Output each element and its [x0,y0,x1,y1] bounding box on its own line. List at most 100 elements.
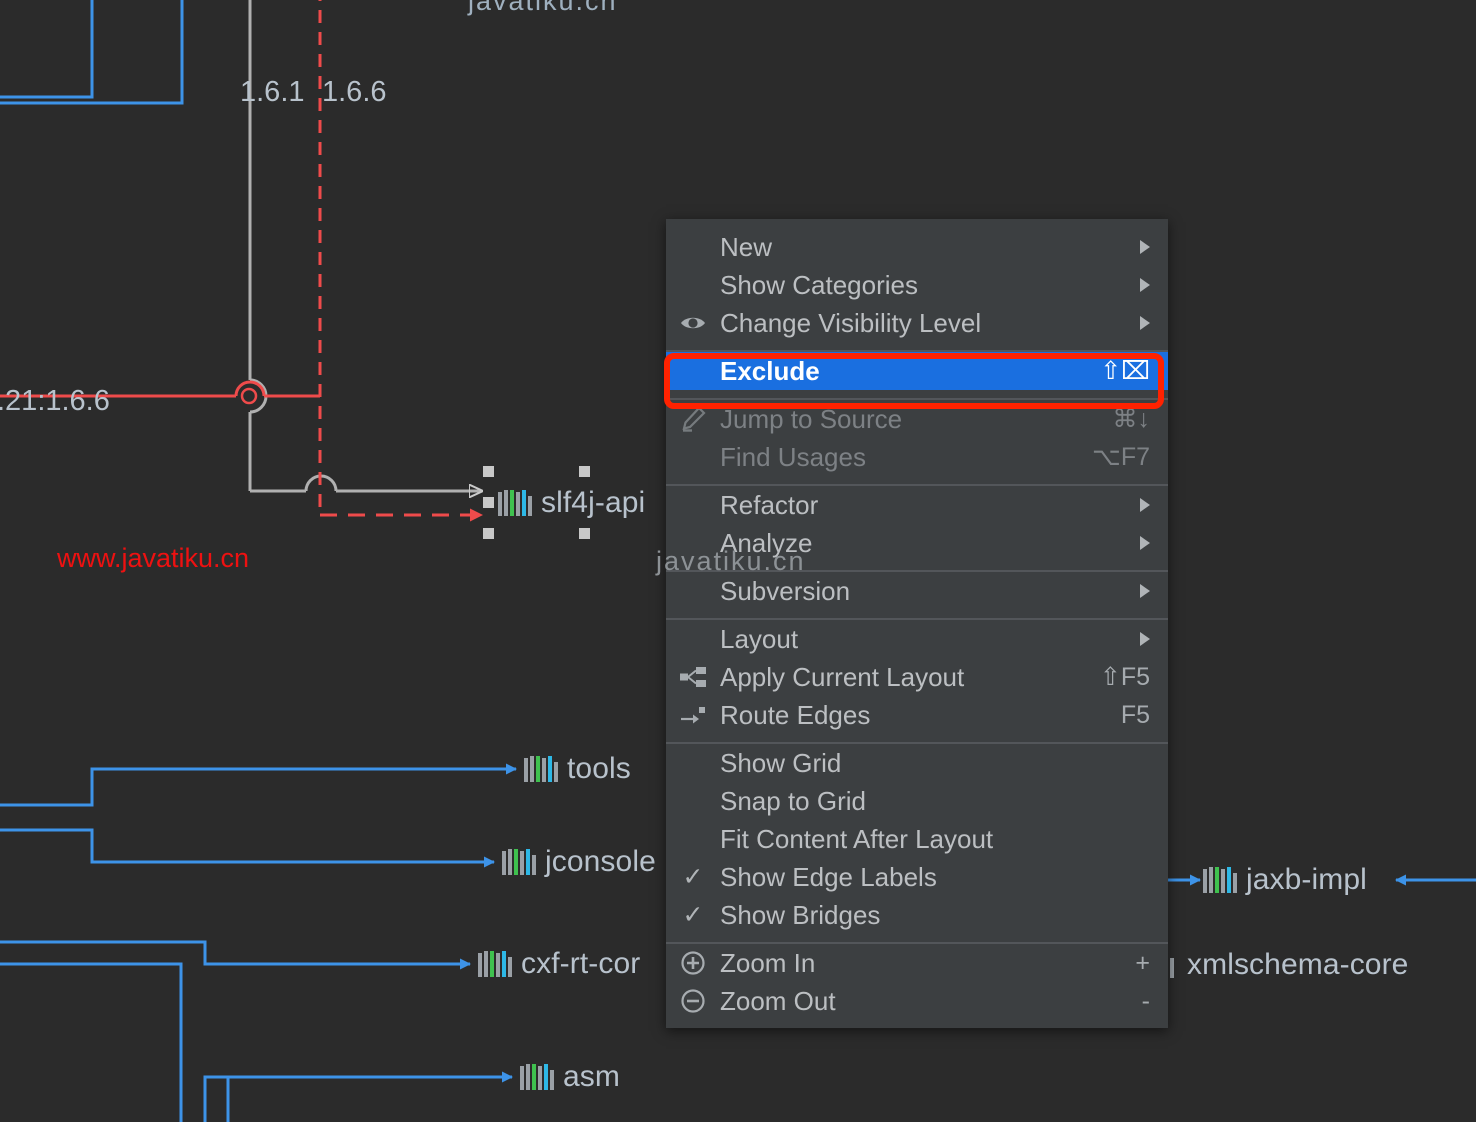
context-menu[interactable]: New Show Categories Change Visibility Leve… [666,219,1168,1028]
selection-handle-bottom-right[interactable] [579,528,590,539]
menu-item-label: Zoom Out [720,985,836,1016]
graph-node-label: xmlschema-core [1187,948,1409,981]
graph-node-slf4j-api[interactable]: slf4j-api [498,486,645,520]
menu-item-label: Zoom In [720,947,816,978]
graph-node-jaxb-impl[interactable]: jaxb-impl [1203,863,1367,897]
selection-handle-left[interactable] [483,497,494,508]
menu-item-show-grid[interactable]: Show Grid [666,744,1168,782]
selection-handle-top-left[interactable] [483,466,494,477]
menu-item-new[interactable]: New [666,228,1168,266]
submenu-chevron-icon [1140,632,1150,646]
library-icon [520,1064,554,1090]
library-icon [478,951,512,977]
graph-node-jconsole[interactable]: jconsole [502,845,656,879]
check-icon: ✓ [682,863,704,891]
graph-node-label: asm [563,1060,620,1093]
graph-node-label: tools [567,752,631,785]
menu-item-shortcut: F5 [1120,700,1150,729]
menu-group-group-vcs: Subversion [666,572,1168,618]
submenu-chevron-icon [1140,584,1150,598]
menu-group-group-layout: Layout Apply Current Layout ⇧F5 Route Edges… [666,620,1168,742]
menu-item-refactor[interactable]: Refactor [666,486,1168,524]
pencil-icon [666,405,720,433]
menu-item-zoom-out[interactable]: Zoom Out - [666,982,1168,1020]
graph-node-label: jconsole [545,845,656,878]
edge-group-tools [0,763,517,868]
menu-item-label: New [720,231,773,262]
menu-item-jump-to-source[interactable]: Jump to Source ⌘↓ [666,400,1168,438]
zoom-out-icon [666,987,720,1015]
menu-group-group-grid: Show Grid Snap to Grid Fit Content After L… [666,744,1168,942]
menu-item-shortcut: ⌘↓ [1112,405,1151,433]
route-icon [666,701,720,729]
menu-item-label: Show Bridges [720,899,881,930]
eye-icon [666,309,720,337]
menu-item-label: Show Grid [720,747,842,778]
diagram-screen: slf4j-api tools jconsole cxf-rt-cor asm … [0,0,1476,1122]
menu-item-label: Apply Current Layout [720,661,965,692]
library-icon [502,849,536,875]
menu-item-shortcut: + [1135,948,1150,977]
menu-item-label: Refactor [720,489,819,520]
menu-item-label: Route Edges [720,699,871,730]
watermark-red: www.javatiku.cn [57,543,250,573]
graph-node-label: jaxb-impl [1246,863,1367,896]
watermark-gray: javatiku.cn [656,546,806,576]
menu-item-label: Fit Content After Layout [720,823,994,854]
menu-item-label: Show Edge Labels [720,861,937,892]
menu-item-label: Subversion [720,575,851,606]
menu-item-snap-to-grid[interactable]: Snap to Grid [666,782,1168,820]
library-icon [1203,867,1237,893]
menu-item-subversion[interactable]: Subversion [666,572,1168,610]
menu-item-label: Show Categories [720,269,918,300]
submenu-chevron-icon [1140,498,1150,512]
edge-gray-to-slf4j [248,0,482,491]
menu-item-exclude[interactable]: Exclude ⇧⌧ [666,352,1168,390]
graph-node-cxf-rt-core[interactable]: cxf-rt-cor [478,947,640,981]
edge-label-1-6-1: 1.6.1 [240,76,305,108]
submenu-chevron-icon [1140,240,1150,254]
hierarchy-icon [666,663,720,691]
menu-item-shortcut: - [1141,986,1150,1015]
menu-item-show-edge-labels[interactable]: ✓ Show Edge Labels [666,858,1168,896]
menu-group-group-exclude: Exclude ⇧⌧ [666,352,1168,398]
menu-item-label: Layout [720,623,799,654]
graph-node-xmlschema-core[interactable]: xmlschema-core [1164,948,1408,982]
selection-handle-bottom-left[interactable] [483,528,494,539]
menu-item-label: Exclude [720,355,820,386]
menu-item-shortcut: ⇧F5 [1099,663,1150,691]
menu-group-group-navigate: Jump to Source ⌘↓ Find Usages ⌥F7 [666,400,1168,484]
library-icon [498,490,532,516]
check-icon: ✓ [682,901,704,929]
menu-group-group-zoom: Zoom In + Zoom Out - [666,944,1168,1028]
graph-node-tools[interactable]: tools [524,752,631,786]
menu-group-group-create: New Show Categories Change Visibility Leve… [666,228,1168,350]
menu-item-label: Find Usages [720,441,866,472]
menu-item-find-usages[interactable]: Find Usages ⌥F7 [666,438,1168,476]
menu-item-show-categories[interactable]: Show Categories [666,266,1168,304]
graph-node-label: cxf-rt-cor [521,947,641,980]
library-icon [524,756,558,782]
selection-handle-top-right[interactable] [579,466,590,477]
menu-item-apply-current-layout[interactable]: Apply Current Layout ⇧F5 [666,658,1168,696]
menu-item-zoom-in[interactable]: Zoom In + [666,944,1168,982]
edge-group-topleft [0,0,184,105]
menu-item-route-edges[interactable]: Route Edges F5 [666,696,1168,734]
submenu-chevron-icon [1140,316,1150,330]
menu-item-label: Jump to Source [720,403,903,434]
graph-node-label: slf4j-api [541,486,646,519]
menu-item-fit-content-after-layout[interactable]: Fit Content After Layout [666,820,1168,858]
edge-label-1-6-6: 1.6.6 [322,76,387,108]
graph-node-asm[interactable]: asm [520,1060,620,1094]
menu-item-layout[interactable]: Layout [666,620,1168,658]
menu-item-label: Snap to Grid [720,785,866,816]
edge-group-lower [0,940,513,1122]
zoom-in-icon [666,949,720,977]
menu-item-show-bridges[interactable]: ✓ Show Bridges [666,896,1168,934]
menu-item-label: Change Visibility Level [720,307,982,338]
edge-label-left-version: .21:1.6.6 [0,385,110,417]
menu-item-change-visibility[interactable]: Change Visibility Level [666,304,1168,342]
watermark-top: javatiku.cn [468,0,618,16]
menu-item-shortcut: ⇧⌧ [1100,357,1150,385]
submenu-chevron-icon [1140,536,1150,550]
